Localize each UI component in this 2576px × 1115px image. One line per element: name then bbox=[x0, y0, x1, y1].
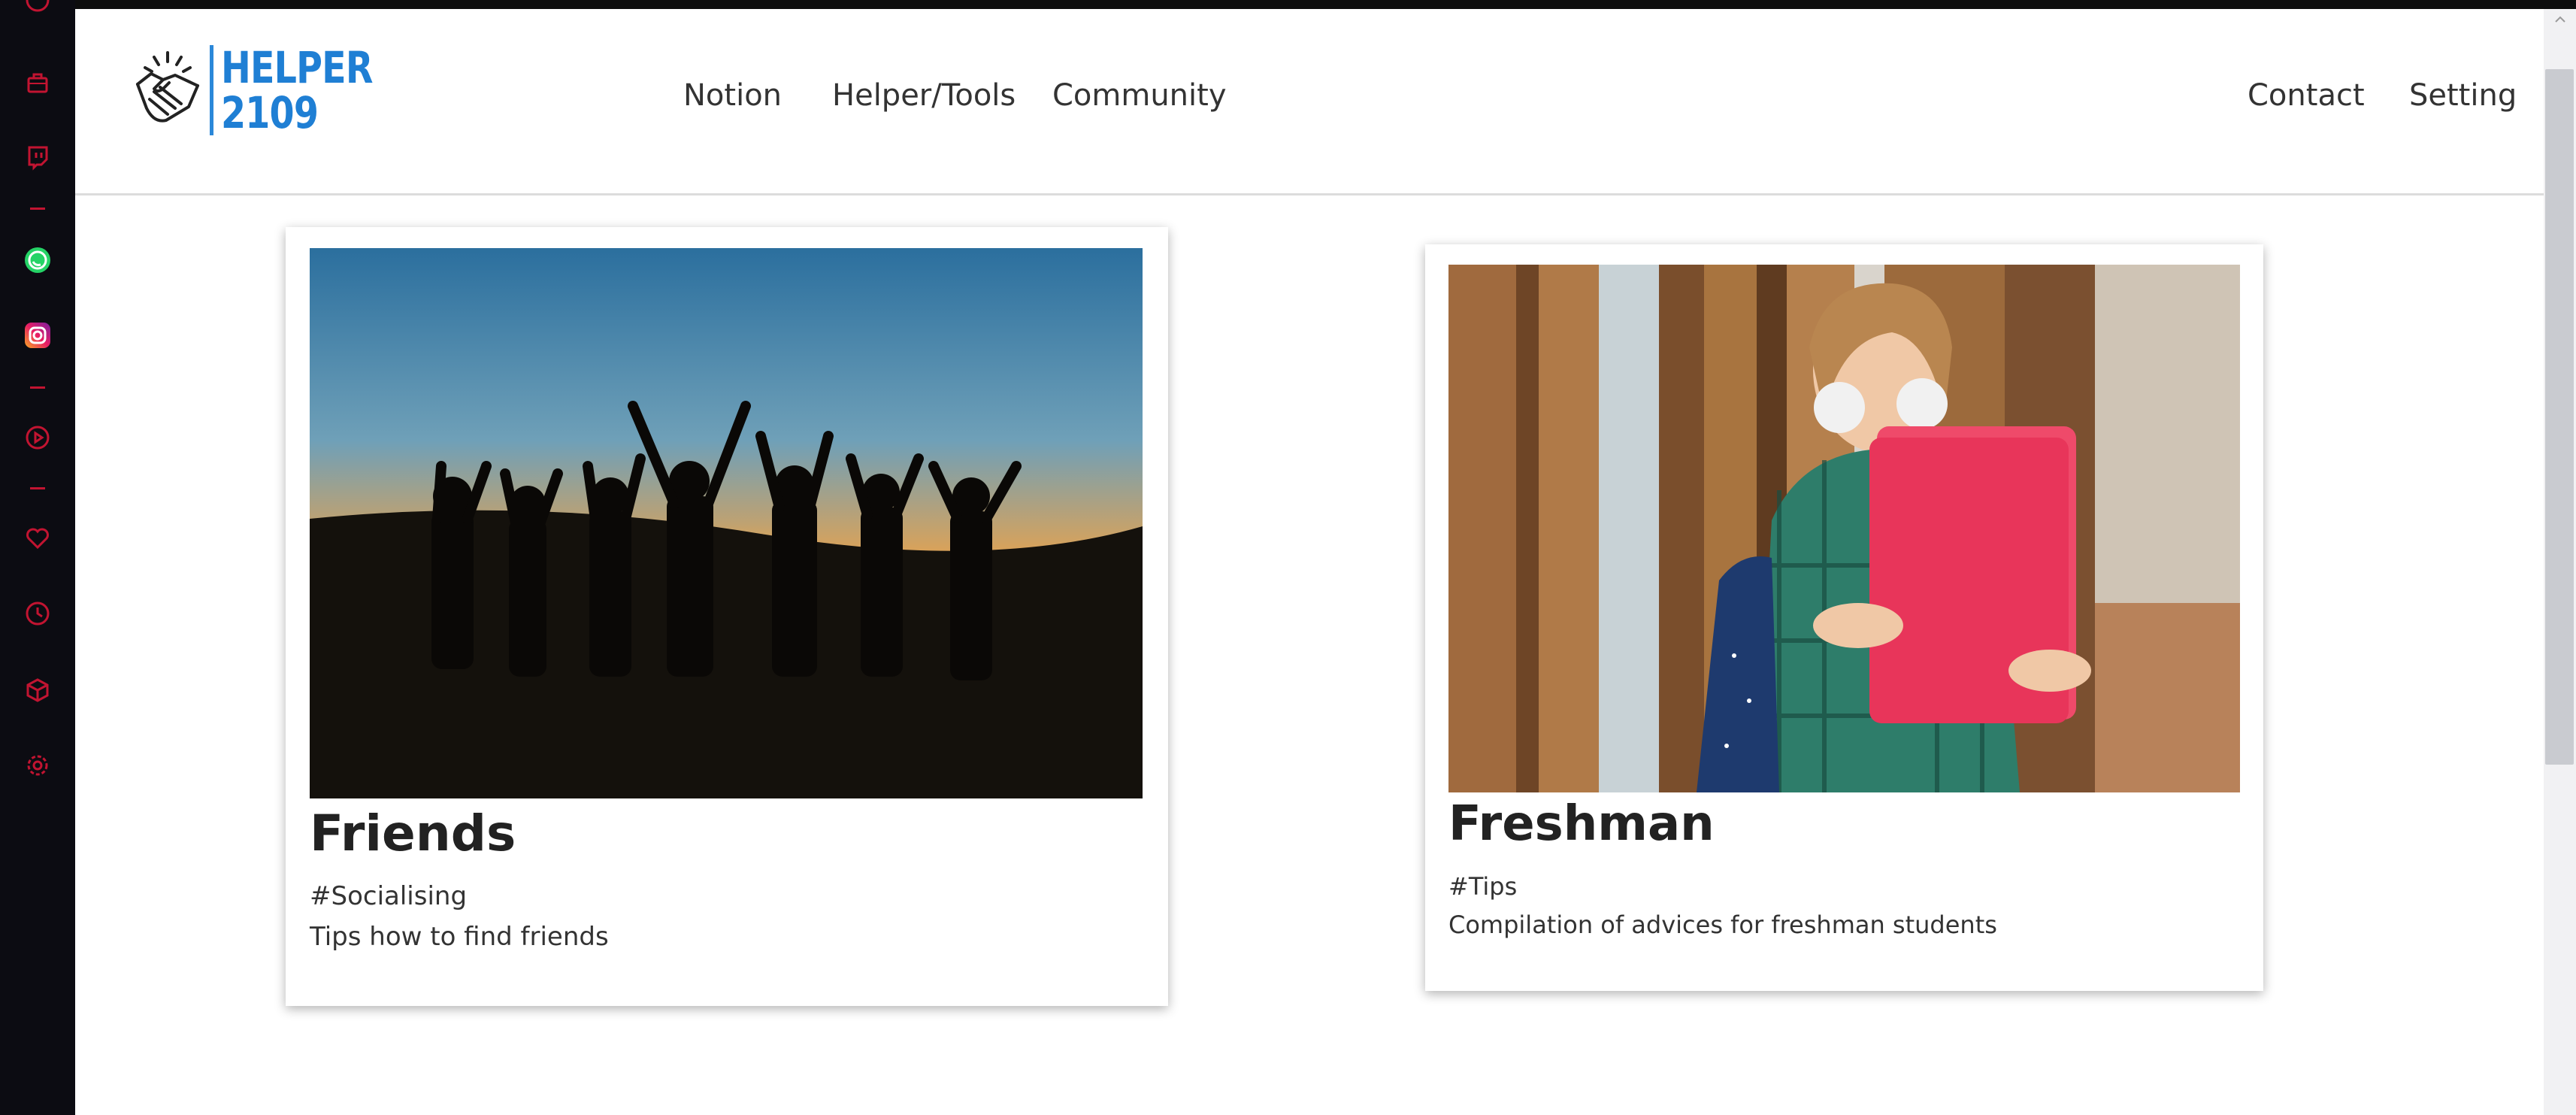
nav-link-community[interactable]: Community bbox=[1052, 78, 1227, 113]
twitch-icon[interactable] bbox=[21, 140, 54, 173]
nav-link-helper-tools[interactable]: Helper/Tools bbox=[832, 78, 1016, 113]
card-freshman[interactable]: Freshman #Tips Compilation of advices fo… bbox=[1425, 244, 2263, 991]
briefcase-icon[interactable] bbox=[21, 66, 54, 99]
card-title-friends[interactable]: Friends bbox=[310, 804, 516, 862]
gear-icon[interactable] bbox=[21, 749, 54, 782]
handshake-icon bbox=[136, 51, 199, 123]
site-header: HELPER 2109 Notion Helper/Tools Communit… bbox=[75, 9, 2544, 195]
sidebar-divider bbox=[30, 386, 45, 389]
card-tag-freshman[interactable]: #Tips bbox=[1448, 872, 1517, 901]
card-image-friends bbox=[310, 248, 1143, 798]
card-tag-friends[interactable]: #Socialising bbox=[310, 881, 467, 911]
card-description-freshman: Compilation of advices for freshman stud… bbox=[1448, 910, 1997, 939]
whatsapp-icon[interactable] bbox=[21, 244, 54, 277]
instagram-icon[interactable] bbox=[21, 319, 54, 352]
play-circle-icon[interactable] bbox=[21, 421, 54, 454]
logo-text: HELPER 2109 bbox=[221, 45, 373, 135]
heart-icon[interactable] bbox=[21, 522, 54, 555]
nav-link-setting[interactable]: Setting bbox=[2409, 78, 2517, 113]
close-circle-icon[interactable] bbox=[21, 0, 54, 17]
site-logo[interactable]: HELPER 2109 bbox=[132, 45, 406, 135]
card-friends[interactable]: Friends #Socialising Tips how to find fr… bbox=[286, 227, 1168, 1006]
browser-sidebar bbox=[0, 0, 75, 1115]
cube-icon[interactable] bbox=[21, 674, 54, 707]
clock-icon[interactable] bbox=[21, 597, 54, 630]
sidebar-divider bbox=[30, 487, 45, 489]
window-top-border bbox=[75, 0, 2576, 9]
card-description-friends: Tips how to find friends bbox=[310, 922, 609, 952]
logo-line-1: HELPER bbox=[221, 42, 373, 93]
logo-divider bbox=[210, 45, 213, 135]
scroll-up-arrow-icon[interactable] bbox=[2553, 12, 2568, 27]
card-image-freshman bbox=[1448, 265, 2240, 792]
sidebar-divider bbox=[30, 208, 45, 210]
nav-link-notion[interactable]: Notion bbox=[683, 78, 782, 113]
logo-line-2: 2109 bbox=[221, 87, 319, 138]
nav-link-contact[interactable]: Contact bbox=[2248, 78, 2365, 113]
card-title-freshman[interactable]: Freshman bbox=[1448, 796, 1715, 852]
scrollbar-thumb[interactable] bbox=[2545, 69, 2574, 765]
